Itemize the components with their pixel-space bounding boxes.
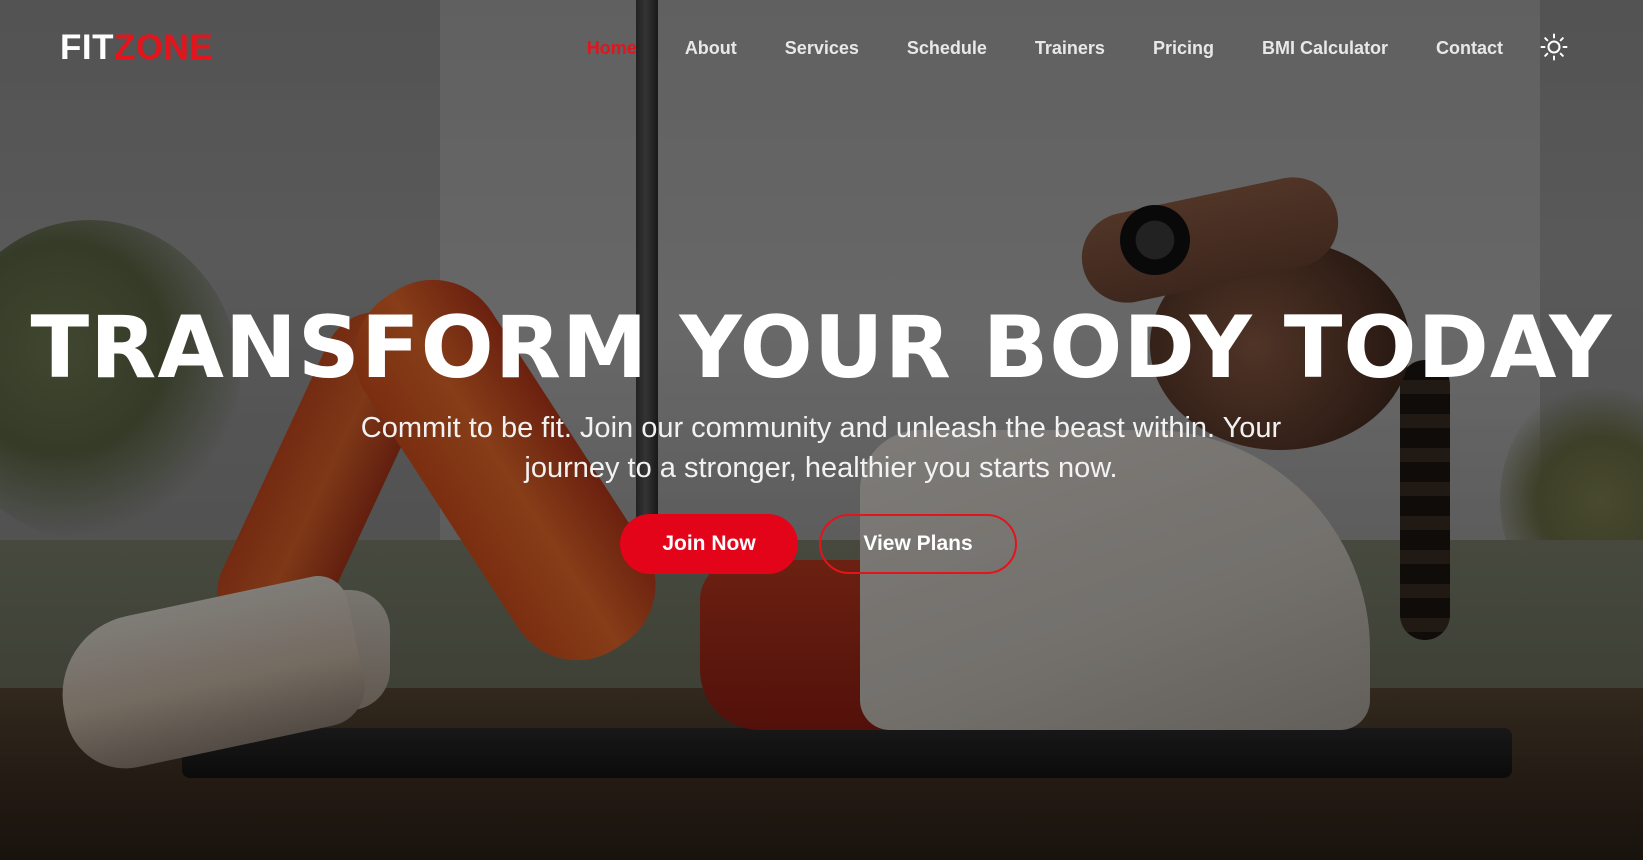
logo-fit: FIT bbox=[60, 28, 114, 67]
nav-item-home[interactable]: Home bbox=[587, 34, 637, 62]
sun-icon bbox=[1540, 33, 1568, 61]
logo-zone: ZONE bbox=[113, 28, 214, 67]
view-plans-button[interactable]: View Plans bbox=[819, 514, 1017, 574]
nav-item-services[interactable]: Services bbox=[785, 34, 859, 62]
nav-item-trainers[interactable]: Trainers bbox=[1035, 34, 1105, 62]
hero-section: FITZONE Home About Services Schedule Tra… bbox=[0, 0, 1643, 860]
logo[interactable]: FITZONE bbox=[60, 28, 213, 68]
nav-menu: Home About Services Schedule Trainers Pr… bbox=[539, 34, 1503, 62]
theme-toggle-button[interactable] bbox=[1540, 33, 1568, 61]
navbar: FITZONE Home About Services Schedule Tra… bbox=[0, 0, 1643, 96]
join-now-button[interactable]: Join Now bbox=[620, 514, 798, 574]
nav-item-about[interactable]: About bbox=[685, 34, 737, 62]
hero-buttons: Join Now View Plans bbox=[620, 514, 1020, 576]
nav-item-schedule[interactable]: Schedule bbox=[907, 34, 987, 62]
hero-content: TRANSFORM YOUR BODY TODAY Commit to be f… bbox=[0, 0, 1643, 860]
nav-item-bmi-calculator[interactable]: BMI Calculator bbox=[1262, 34, 1388, 62]
hero-headline: TRANSFORM YOUR BODY TODAY bbox=[30, 298, 1613, 398]
nav-item-contact[interactable]: Contact bbox=[1436, 34, 1503, 62]
hero-subtitle: Commit to be fit. Join our community and… bbox=[360, 412, 1282, 484]
nav-item-pricing[interactable]: Pricing bbox=[1153, 34, 1214, 62]
